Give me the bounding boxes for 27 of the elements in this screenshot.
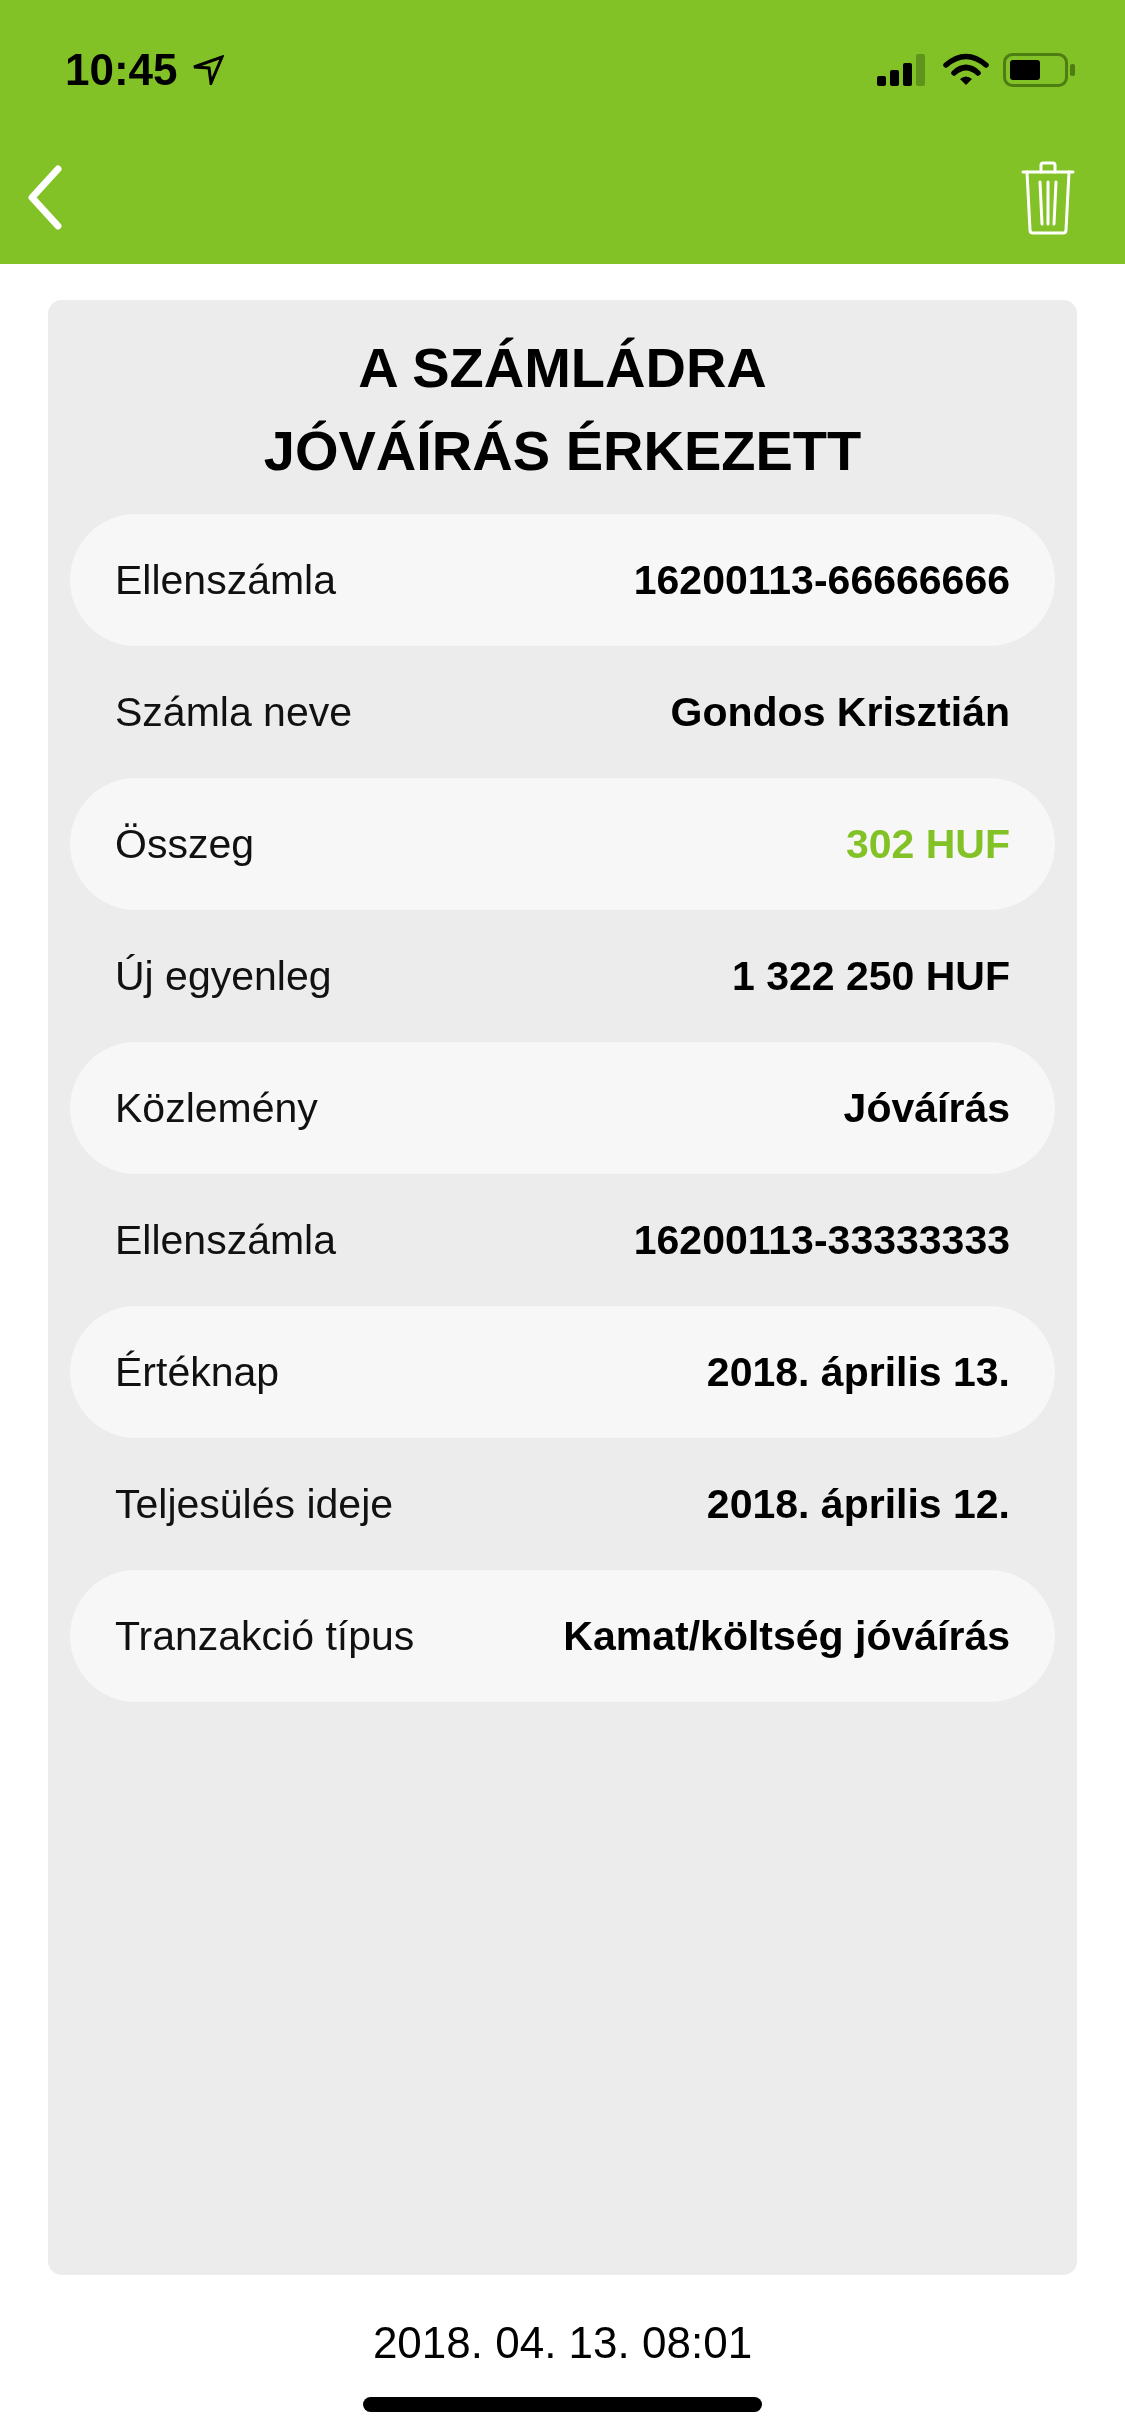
row-label: Értéknap bbox=[115, 1348, 280, 1396]
battery-icon bbox=[1003, 53, 1075, 87]
wifi-icon bbox=[943, 53, 989, 87]
row-value: 302 HUF bbox=[845, 820, 1010, 868]
location-arrow-icon bbox=[191, 55, 224, 85]
row-label: Tranzakció típus bbox=[115, 1612, 415, 1660]
status-time: 10:45 bbox=[65, 45, 178, 95]
row-label: Számla neve bbox=[115, 688, 352, 736]
row-value: Jóváírás bbox=[843, 1084, 1010, 1132]
row-label: Új egyenleg bbox=[115, 952, 332, 1000]
row-value: Gondos Krisztián bbox=[670, 688, 1010, 736]
signal-icon bbox=[877, 54, 927, 86]
chevron-left-icon[interactable] bbox=[28, 164, 62, 230]
row-label: Összeg bbox=[115, 820, 254, 868]
row-label: Ellenszámla bbox=[115, 556, 337, 604]
row-label: Közlemény bbox=[115, 1084, 318, 1132]
trash-icon[interactable] bbox=[1021, 159, 1075, 235]
row-value: 2018. április 12. bbox=[706, 1480, 1010, 1528]
row-value: Kamat/költség jóváírás bbox=[563, 1612, 1010, 1660]
card-title: A SZÁMLÁDRA JÓVÁÍRÁS ÉRKEZETT bbox=[262, 335, 863, 484]
row-value: 1 322 250 HUF bbox=[731, 952, 1010, 1000]
timestamp-text: 2018. 04. 13. 08:01 bbox=[372, 2317, 753, 2369]
row-label: Teljesülés ideje bbox=[115, 1480, 394, 1528]
row-value: 16200113-33333333 bbox=[633, 1216, 1010, 1264]
row-value: 2018. április 13. bbox=[706, 1348, 1010, 1396]
row-label: Ellenszámla bbox=[115, 1216, 337, 1264]
row-value: 16200113-66666666 bbox=[633, 556, 1010, 604]
